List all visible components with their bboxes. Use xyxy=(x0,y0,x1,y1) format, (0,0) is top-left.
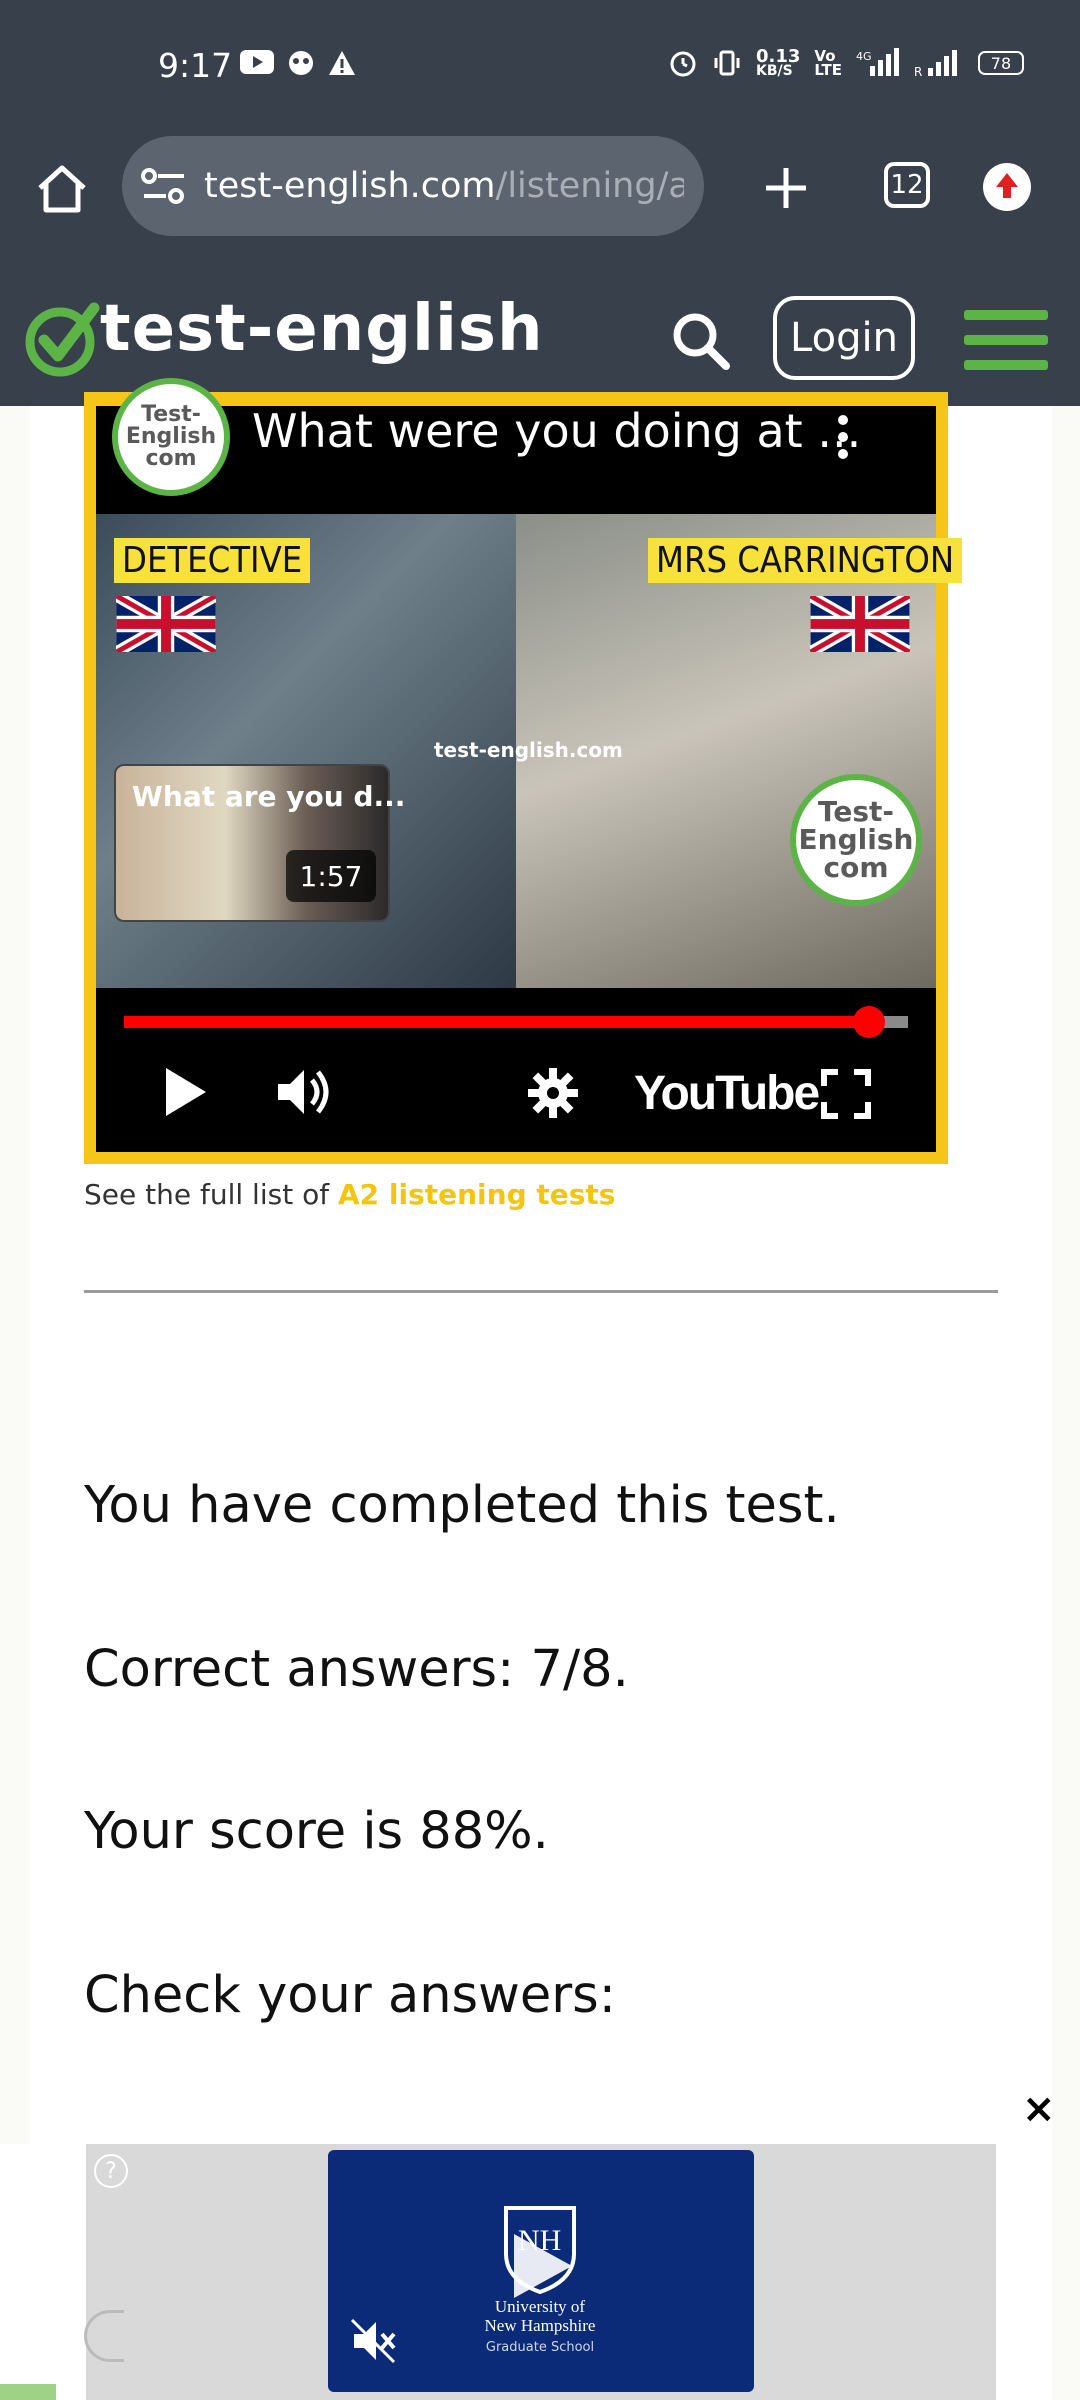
ad-left-strip xyxy=(0,2144,86,2400)
volume-icon[interactable] xyxy=(274,1064,334,1120)
ad-info-icon[interactable]: ? xyxy=(94,2154,128,2188)
alarm-icon xyxy=(670,51,696,77)
svg-text:R: R xyxy=(914,65,922,78)
site-logo-text[interactable]: test-english xyxy=(100,292,544,366)
login-button[interactable]: Login xyxy=(773,296,915,380)
new-tab-icon[interactable] xyxy=(758,160,814,216)
progress-scrubber[interactable] xyxy=(853,1006,885,1038)
volte-icon: Vo LTE xyxy=(814,46,842,80)
warning-notification-icon xyxy=(329,51,355,75)
tab-count: 12 xyxy=(890,170,924,200)
ad-close-button[interactable]: × xyxy=(1022,2086,1056,2132)
a2-listening-tests-link[interactable]: A2 listening tests xyxy=(338,1178,615,1211)
score-text: Your score is 88%. xyxy=(84,1802,549,1861)
update-icon[interactable] xyxy=(982,162,1032,212)
check-logo-icon[interactable] xyxy=(22,300,102,380)
stamp-line1: Test- xyxy=(817,795,895,828)
avatar-line2: English xyxy=(125,424,217,449)
uk-flag-icon xyxy=(810,596,910,652)
green-indicator xyxy=(0,2384,56,2400)
url-path: /listening/a2/w xyxy=(495,166,684,206)
mute-icon[interactable] xyxy=(350,2318,396,2364)
youtube-logo[interactable]: YouTube xyxy=(634,1066,820,1121)
correct-answers: Correct answers: 7/8. xyxy=(84,1640,629,1699)
related-video-title: What are you d... xyxy=(132,780,406,813)
stamp-line2: English xyxy=(798,823,914,856)
status-time: 9:17 xyxy=(158,46,233,85)
signal-4g-icon: 4G xyxy=(856,48,899,77)
completed-message: You have completed this test. xyxy=(84,1476,840,1535)
tab-switcher-button[interactable]: 12 xyxy=(884,162,930,208)
notification-icons xyxy=(240,50,356,76)
ad-university-name: University of New Hampshire xyxy=(470,2297,610,2335)
svg-text:4G: 4G xyxy=(856,50,872,63)
test-english-stamp: Test- English com xyxy=(790,774,922,906)
settings-gear-icon[interactable] xyxy=(526,1066,580,1120)
channel-avatar[interactable]: Test- English com xyxy=(112,378,230,496)
fullscreen-icon[interactable] xyxy=(820,1068,872,1120)
system-icons: 0.13 KB/S Vo LTE 4G R 78 xyxy=(668,46,1024,80)
mrs-carrington-label: MRS CARRINGTON xyxy=(648,538,963,583)
game-notification-icon xyxy=(289,51,313,75)
avatar-line1: Test- xyxy=(141,402,201,427)
ad-university-line2: New Hampshire xyxy=(484,2315,596,2335)
full-list-text: See the full list of A2 listening tests xyxy=(84,1178,615,1211)
url-text[interactable]: test-english.com/listening/a2/w xyxy=(204,166,684,206)
ad-university-line1: University of xyxy=(494,2297,586,2316)
hamburger-menu-icon[interactable] xyxy=(964,308,1048,372)
play-icon[interactable] xyxy=(160,1064,210,1120)
signal-roaming-icon: R xyxy=(914,50,957,78)
check-answers-heading: Check your answers: xyxy=(84,1966,616,2025)
search-icon[interactable] xyxy=(670,310,732,372)
net-speed: 0.13 KB/S xyxy=(756,47,800,80)
stamp-line3: com xyxy=(823,851,889,884)
divider xyxy=(84,1290,998,1293)
youtube-notification-icon xyxy=(240,50,274,74)
ad-play-icon[interactable] xyxy=(500,2226,580,2306)
full-list-prefix: See the full list of xyxy=(84,1178,338,1211)
progress-played xyxy=(124,1016,869,1028)
avatar-line3: com xyxy=(145,446,197,471)
video-title[interactable]: What were you doing at ... xyxy=(252,404,861,458)
battery-icon: 78 xyxy=(977,51,1024,76)
url-domain: test-english.com xyxy=(204,166,496,206)
related-video-duration: 1:57 xyxy=(286,850,376,902)
detective-label: DETECTIVE xyxy=(114,538,311,583)
net-speed-unit: KB/S xyxy=(756,63,793,80)
uk-flag-icon xyxy=(116,596,216,652)
watermark-text: test-english.com xyxy=(434,738,623,762)
more-options-icon[interactable] xyxy=(830,412,856,462)
site-settings-icon[interactable] xyxy=(140,166,188,206)
ad-school-name: Graduate School xyxy=(485,2340,595,2355)
home-icon[interactable] xyxy=(34,160,90,216)
vibrate-icon xyxy=(714,50,740,76)
battery-level: 78 xyxy=(990,53,1012,73)
status-bar: 9:17 0.13 KB/S Vo LTE 4G R 78 xyxy=(0,0,1080,136)
